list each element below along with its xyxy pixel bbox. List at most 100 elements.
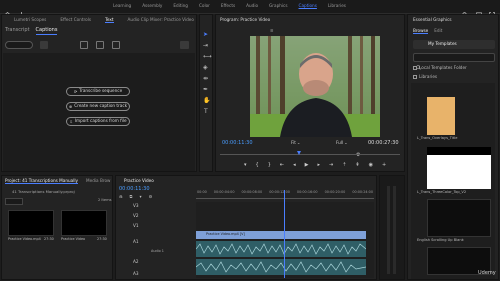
timeline-playhead[interactable] xyxy=(284,190,285,278)
project-item[interactable] xyxy=(8,210,54,236)
menu-captions[interactable]: Captions xyxy=(299,3,317,10)
menu-learning[interactable]: Learning xyxy=(113,3,131,10)
track-a2[interactable]: A2 xyxy=(133,259,139,264)
captions-empty-area xyxy=(3,53,195,171)
merge-caption-icon[interactable] xyxy=(112,41,120,49)
add-caption-icon[interactable] xyxy=(80,41,88,49)
video-clip[interactable]: Practice Video.mp4 [V] xyxy=(196,231,366,239)
snap-icon[interactable]: ⋒ xyxy=(119,194,123,199)
template-name-1: L_Trans_Overlays_Title xyxy=(417,136,458,140)
step-back-icon[interactable]: ◂ xyxy=(293,163,296,168)
track-v3[interactable]: V3 xyxy=(133,203,139,208)
notifications-icon[interactable] xyxy=(476,3,482,18)
tab-text[interactable]: Text xyxy=(105,17,114,24)
project-item-name: Practice Video.mp4 xyxy=(8,237,41,241)
search-icon[interactable] xyxy=(462,3,468,18)
audio-meter-right xyxy=(393,186,396,274)
project-item[interactable] xyxy=(61,210,107,236)
go-to-out-icon[interactable]: ⇥ xyxy=(329,163,333,168)
tab-project[interactable]: Project: 41 Transcriptions Manually xyxy=(5,178,79,185)
program-menu-icon[interactable]: ≡ xyxy=(270,17,274,36)
tab-audio-clip-mixer[interactable]: Audio Clip Mixer: Practice Video xyxy=(128,17,194,23)
text-subtabs: Transcript Captions xyxy=(5,28,58,35)
track-v1[interactable]: V1 xyxy=(133,223,139,228)
more-options-icon[interactable]: ••• xyxy=(180,41,189,58)
template-thumb-3[interactable] xyxy=(427,199,491,237)
program-timecode-current[interactable]: 00:00:11:30 xyxy=(222,141,253,146)
fit-dropdown[interactable]: Fit ⌄ xyxy=(291,140,300,145)
audio-clip-a2[interactable] xyxy=(195,259,367,275)
caption-search-input[interactable] xyxy=(5,41,33,58)
menu-editing[interactable]: Editing xyxy=(173,3,188,10)
marker-icon[interactable]: ▾ xyxy=(140,194,142,199)
home-icon[interactable] xyxy=(4,3,11,18)
tab-browse[interactable]: Browse xyxy=(413,28,429,35)
audio-waveform xyxy=(195,261,367,273)
my-templates-button[interactable]: My Templates xyxy=(413,40,495,49)
search-replace-icon[interactable] xyxy=(40,41,48,49)
local-folder-checkbox[interactable]: Local Templates Folder xyxy=(413,65,467,71)
menu-color[interactable]: Color xyxy=(199,3,210,10)
audio-clip-a1[interactable] xyxy=(195,241,367,257)
menu-assembly[interactable]: Assembly xyxy=(142,3,162,10)
audio-track-name: Audio 1 xyxy=(151,249,164,253)
video-frame-image xyxy=(250,36,380,137)
template-name-2: L_Trans_ThreeColor_Top_V2 xyxy=(417,190,467,194)
cursor-icon xyxy=(319,6,326,21)
add-icon: ⊕ xyxy=(68,104,73,109)
transcribe-sequence-button[interactable]: ⟳ Transcribe sequence xyxy=(66,87,130,96)
essential-graphics-tabs: Browse Edit xyxy=(413,28,442,35)
track-v2[interactable]: V2 xyxy=(133,213,139,218)
play-icon[interactable]: ▶ xyxy=(305,163,309,168)
tab-lumetri-scopes[interactable]: Lumetri Scopes xyxy=(14,17,46,23)
timeline-timecode[interactable]: 00:00:11:30 xyxy=(119,187,150,192)
subtab-transcript[interactable]: Transcript xyxy=(5,28,30,35)
track-a1[interactable]: A1 xyxy=(133,239,139,244)
extract-icon[interactable]: ⇞ xyxy=(355,163,359,168)
audio-waveform xyxy=(195,243,367,255)
menu-audio[interactable]: Audio xyxy=(246,3,258,10)
template-thumb-2[interactable] xyxy=(427,147,491,189)
step-forward-icon[interactable]: ▸ xyxy=(317,163,320,168)
tab-edit[interactable]: Edit xyxy=(434,28,442,34)
create-caption-track-button[interactable]: ⊕ Create new caption track xyxy=(66,102,130,111)
tab-effect-controls[interactable]: Effect Controls xyxy=(60,17,91,23)
menu-graphics[interactable]: Graphics xyxy=(269,3,288,10)
menu-libraries[interactable]: Libraries xyxy=(328,3,346,10)
quality-dropdown[interactable]: Full ⌄ xyxy=(336,140,348,145)
linked-selection-icon[interactable]: ⧉ xyxy=(130,194,133,199)
mark-out-point-icon[interactable]: } xyxy=(268,163,271,168)
type-tool-icon[interactable]: T xyxy=(204,98,208,117)
udemy-watermark: Udemy xyxy=(478,270,496,276)
program-monitor: Program: Practice Video ≡ 00:00:11:30 Fi… xyxy=(215,14,405,172)
lift-icon[interactable]: ⇡ xyxy=(342,163,346,168)
essential-graphics-title[interactable]: Essential Graphics xyxy=(413,17,452,22)
timeline-tab[interactable]: Practice Video xyxy=(124,178,154,183)
mark-in-point-icon[interactable]: { xyxy=(256,163,259,168)
template-search-input[interactable] xyxy=(413,53,495,70)
go-to-in-icon[interactable]: ⇤ xyxy=(280,163,284,168)
transport-controls: ▾ { } ⇤ ◂ ▶ ▸ ⇥ ⇡ ⇞ ◉ + xyxy=(244,163,386,168)
tab-media-browser[interactable]: Media Brow xyxy=(86,178,110,184)
program-scrub-bar[interactable] xyxy=(220,151,400,156)
subtab-captions[interactable]: Captions xyxy=(35,28,58,35)
fullscreen-icon[interactable] xyxy=(489,3,495,18)
import-icon[interactable] xyxy=(18,3,25,18)
wrench-icon[interactable]: ⚙ xyxy=(149,194,153,199)
mark-in-icon[interactable]: ▾ xyxy=(244,163,247,168)
project-panel: Project: 41 Transcriptions Manually Medi… xyxy=(1,175,113,280)
split-caption-icon[interactable] xyxy=(96,41,104,49)
track-headers: V3 V2 V1 A1 Audio 1 A2 A3 xyxy=(119,202,195,278)
chevron-down-icon: ⌄ xyxy=(344,140,348,145)
template-thumb-1[interactable] xyxy=(427,97,455,135)
add-button-icon[interactable]: + xyxy=(382,163,386,168)
libraries-checkbox[interactable]: Libraries xyxy=(413,74,437,80)
export-frame-icon[interactable]: ◉ xyxy=(369,163,373,168)
import-captions-button[interactable]: ⇩ Import captions from file xyxy=(66,117,130,126)
import-icon: ⇩ xyxy=(69,119,73,124)
menu-effects[interactable]: Effects xyxy=(221,3,235,10)
program-monitor-title[interactable]: Program: Practice Video xyxy=(220,17,270,22)
transcribe-icon: ⟳ xyxy=(73,89,78,94)
project-search-input[interactable] xyxy=(5,198,23,205)
track-a3[interactable]: A3 xyxy=(133,271,139,276)
